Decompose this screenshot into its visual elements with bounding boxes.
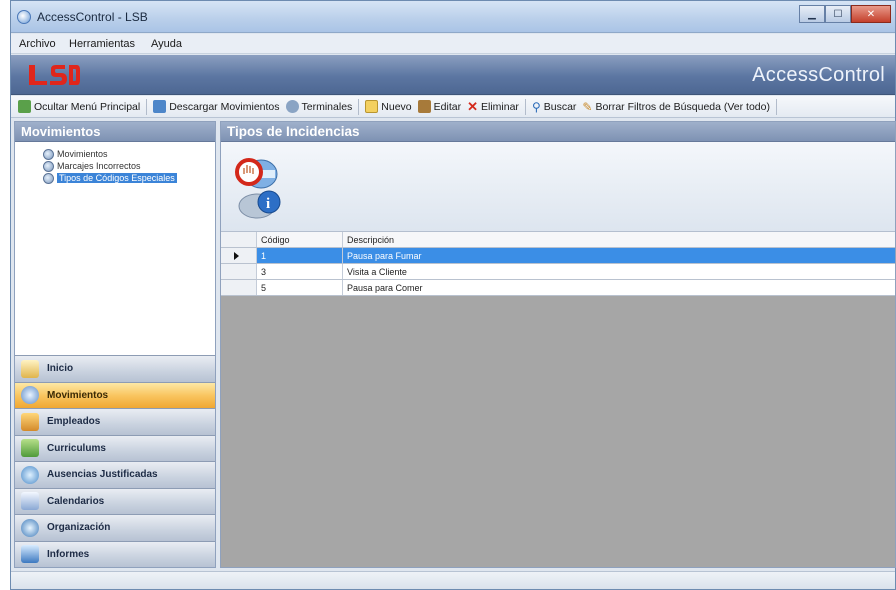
new-doc-icon xyxy=(365,100,379,113)
grid-header-row: Código Descripción xyxy=(221,232,895,248)
organization-icon xyxy=(21,518,39,537)
terminal-icon xyxy=(285,100,299,113)
employees-icon xyxy=(21,412,39,431)
menu-herramientas[interactable]: Herramientas xyxy=(69,38,135,50)
cell-codigo[interactable]: 1 xyxy=(257,248,343,263)
nav-organizacion[interactable]: Organización xyxy=(15,514,215,541)
incident-types-grid: Código Descripción 1 Pausa para Fumar 3 … xyxy=(221,232,895,296)
menu-bar: Archivo Herramientas Ayuda xyxy=(11,34,895,54)
maximize-button[interactable]: ☐ xyxy=(825,5,851,23)
nav-movimientos[interactable]: Movimientos xyxy=(15,381,215,408)
cell-codigo[interactable]: 3 xyxy=(257,264,343,279)
nav-informes[interactable]: Informes xyxy=(15,540,215,567)
table-row[interactable]: 1 Pausa para Fumar xyxy=(221,248,895,264)
download-icon xyxy=(153,100,167,113)
minimize-button[interactable]: ▁ xyxy=(799,5,825,23)
nav-calendarios[interactable]: Calendarios xyxy=(15,487,215,514)
nav-inicio[interactable]: Inicio xyxy=(15,355,215,382)
cell-descripcion[interactable]: Pausa para Fumar xyxy=(343,248,895,263)
table-row[interactable]: 3 Visita a Cliente xyxy=(221,264,895,280)
status-bar xyxy=(11,571,895,589)
row-selector[interactable] xyxy=(221,280,257,295)
window-controls: ▁ ☐ ✕ xyxy=(799,5,891,23)
svg-text:i: i xyxy=(266,196,270,212)
title-bar[interactable]: AccessControl - LSB ▁ ☐ ✕ xyxy=(11,1,895,33)
cell-codigo[interactable]: 5 xyxy=(257,280,343,295)
calendar-icon xyxy=(21,492,39,511)
movements-icon xyxy=(21,386,39,405)
hide-menu-button[interactable]: Ocultar Menú Principal xyxy=(15,98,143,116)
absences-icon xyxy=(21,465,39,484)
incident-types-icon: i xyxy=(235,158,281,219)
row-selector[interactable] xyxy=(221,248,257,263)
new-button[interactable]: Nuevo xyxy=(362,98,414,116)
nav-ausencias-justificadas[interactable]: Ausencias Justificadas xyxy=(15,461,215,488)
curriculums-icon xyxy=(21,439,39,458)
close-button[interactable]: ✕ xyxy=(851,5,891,23)
tree-item-marcajes-incorrectos[interactable]: Marcajes Incorrectos xyxy=(43,160,215,172)
content-panel-title: Tipos de Incidencias xyxy=(221,122,895,142)
column-header-codigo[interactable]: Código xyxy=(257,232,343,247)
edit-button[interactable]: Editar xyxy=(415,98,464,116)
row-header-corner xyxy=(221,232,257,247)
special-codes-icon xyxy=(43,172,54,184)
cell-descripcion[interactable]: Pausa para Comer xyxy=(343,280,895,295)
tree-view: Movimientos Marcajes Incorrectos Tipos d… xyxy=(15,142,215,184)
tree-item-tipos-codigos-especiales[interactable]: Tipos de Códigos Especiales xyxy=(43,172,215,184)
nav-sections: Inicio Movimientos Empleados Curriculums… xyxy=(15,355,215,567)
app-icon xyxy=(17,10,31,24)
content-panel: Tipos de Incidencias i Código Descripció… xyxy=(220,121,896,568)
cell-descripcion[interactable]: Visita a Cliente xyxy=(343,264,895,279)
table-row[interactable]: 5 Pausa para Comer xyxy=(221,280,895,296)
movements-icon xyxy=(43,148,54,160)
reports-icon xyxy=(21,545,39,564)
edit-icon xyxy=(417,100,431,113)
window-title: AccessControl - LSB xyxy=(37,10,148,24)
lsb-logo xyxy=(29,65,80,85)
toolbar-separator xyxy=(146,98,148,115)
row-selector[interactable] xyxy=(221,264,257,279)
download-movements-button[interactable]: Descargar Movimientos xyxy=(150,98,282,116)
column-header-descripcion[interactable]: Descripción xyxy=(343,232,895,247)
app-name: AccessControl xyxy=(752,64,885,86)
toolbar-separator xyxy=(524,98,526,115)
nav-empleados[interactable]: Empleados xyxy=(15,408,215,435)
navigation-panel-title: Movimientos xyxy=(15,122,215,142)
hide-menu-icon xyxy=(18,100,31,113)
delete-button[interactable]: ✕ Eliminar xyxy=(464,98,522,116)
app-window: AccessControl - LSB ▁ ☐ ✕ Archivo Herram… xyxy=(10,0,896,590)
incorrect-marks-icon xyxy=(43,160,54,172)
search-icon: ⚲ xyxy=(531,99,541,114)
home-icon xyxy=(21,359,39,378)
menu-archivo[interactable]: Archivo xyxy=(19,38,56,50)
toolbar-separator xyxy=(358,98,360,115)
clear-filter-icon: ✎ xyxy=(582,99,593,114)
menu-ayuda[interactable]: Ayuda xyxy=(151,38,182,50)
nav-curriculums[interactable]: Curriculums xyxy=(15,434,215,461)
delete-icon: ✕ xyxy=(467,98,478,114)
search-button[interactable]: ⚲ Buscar xyxy=(529,98,579,116)
navigation-panel: Movimientos Movimientos Marcajes Incorre… xyxy=(14,121,216,568)
app-banner: AccessControl xyxy=(11,55,895,95)
toolbar: Ocultar Menú Principal Descargar Movimie… xyxy=(11,96,895,118)
current-row-icon xyxy=(234,252,239,260)
toolbar-separator xyxy=(776,98,777,115)
terminals-button[interactable]: Terminales xyxy=(283,98,356,116)
tree-item-movimientos[interactable]: Movimientos xyxy=(43,148,215,160)
clear-filters-button[interactable]: ✎ Borrar Filtros de Búsqueda (Ver todo) xyxy=(579,98,773,116)
content-header-area: i xyxy=(221,142,895,232)
